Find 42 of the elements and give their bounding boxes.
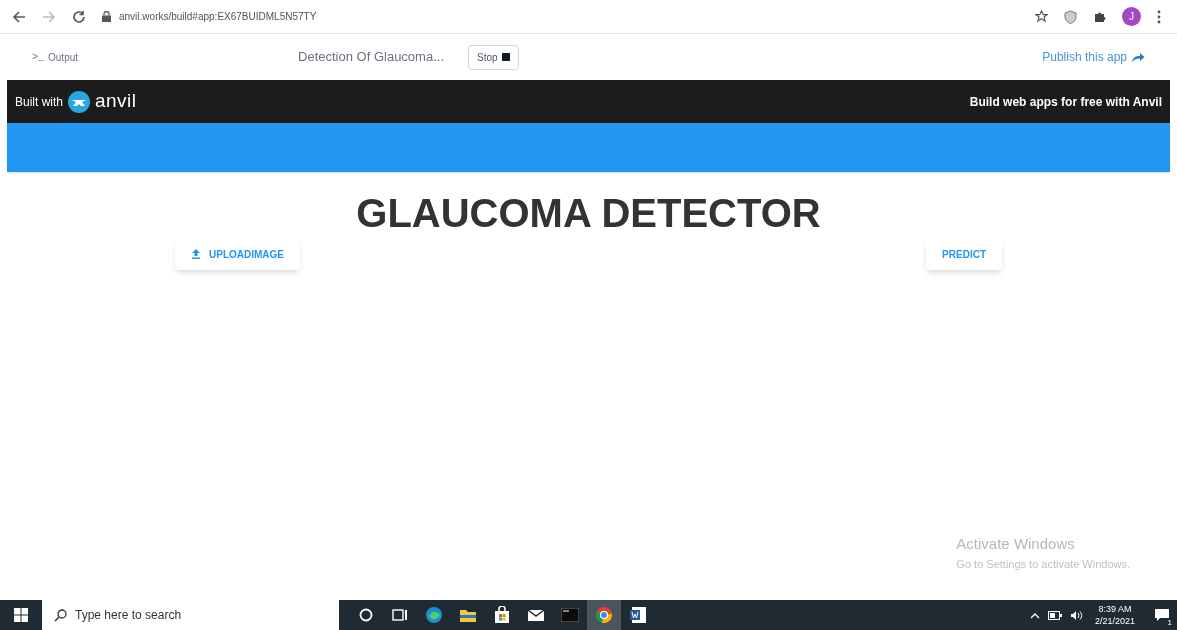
activation-subtitle: Go to Settings to activate Windows. [956, 556, 1130, 572]
reload-icon[interactable] [72, 9, 86, 24]
shield-icon[interactable] [1064, 9, 1077, 24]
envelope-icon[interactable] [527, 608, 545, 622]
anvil-wordmark: anvil [95, 89, 137, 114]
upload-icon [191, 249, 201, 259]
chevron-up-icon[interactable] [1029, 611, 1040, 619]
word-icon[interactable] [629, 606, 647, 624]
output-button[interactable]: >_ Output [32, 49, 79, 65]
battery-icon[interactable] [1047, 610, 1062, 620]
clock-date[interactable]: 2/21/2021 [1094, 616, 1135, 626]
built-with-text: Built with [15, 93, 64, 111]
url-field[interactable]: anvil.works/build#app:EX67BUIDML5N57TY [119, 9, 317, 24]
stop-icon [501, 53, 510, 61]
menu-icon[interactable] [1157, 9, 1161, 24]
terminal-icon[interactable] [561, 608, 579, 622]
edge-icon[interactable] [425, 606, 443, 624]
notification-icon[interactable] [1154, 608, 1170, 622]
active-app-tab[interactable] [587, 600, 621, 630]
task-view-icon[interactable] [392, 608, 408, 622]
search-field[interactable]: Type here to search [42, 600, 339, 630]
lock-icon [102, 11, 111, 22]
activation-title: Activate Windows [956, 534, 1076, 554]
clock-time[interactable]: 8:39 AM [1098, 604, 1132, 614]
stop-button[interactable]: Stop [468, 44, 519, 70]
puzzle-icon[interactable] [1093, 10, 1106, 23]
chrome-icon[interactable] [595, 606, 613, 624]
anvil-logo-icon [67, 89, 92, 114]
star-icon[interactable] [1035, 10, 1048, 23]
app-title: Detection Of Glaucoma... [298, 48, 444, 67]
avatar[interactable]: J [1122, 7, 1141, 26]
speaker-icon[interactable] [1069, 609, 1083, 621]
page-heading: GLAUCOMA DETECTOR [355, 190, 822, 237]
shopping-bag-icon[interactable] [494, 606, 510, 624]
share-arrow-icon [1131, 51, 1145, 63]
search-icon [54, 608, 67, 622]
tagline[interactable]: Build web apps for free with Anvil [969, 92, 1162, 111]
circle-icon[interactable] [359, 608, 373, 622]
back-icon[interactable] [12, 9, 26, 24]
notification-count: 1 [1165, 619, 1174, 627]
folder-icon[interactable] [459, 607, 477, 623]
windows-start-icon[interactable] [14, 608, 28, 622]
